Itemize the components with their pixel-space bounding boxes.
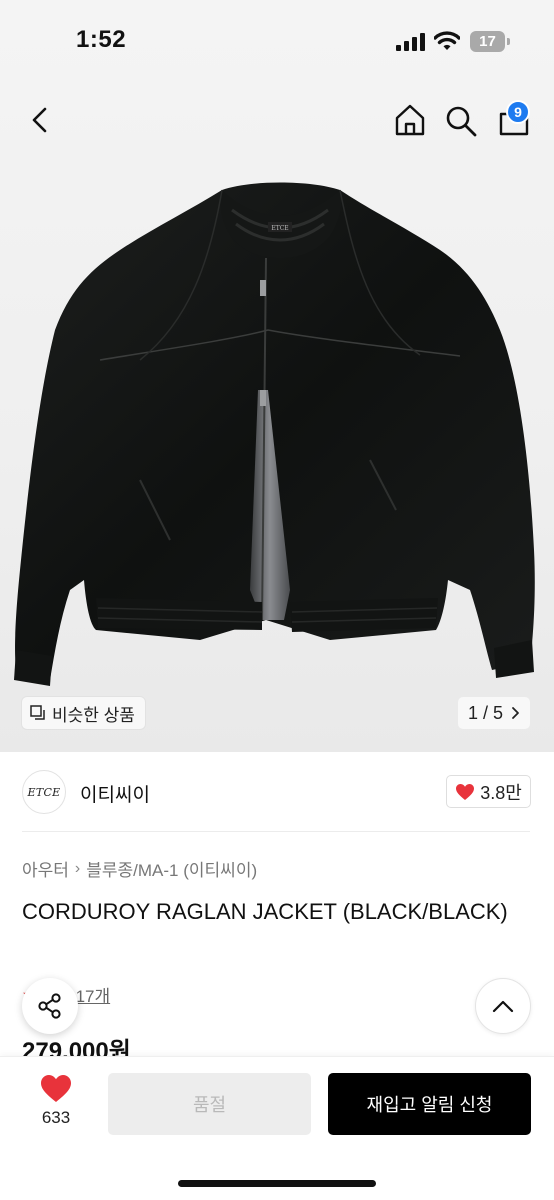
chevron-left-icon <box>32 107 47 133</box>
chevron-right-icon <box>512 707 519 719</box>
search-icon[interactable] <box>442 100 480 140</box>
similar-products-button[interactable]: 비슷한 상품 <box>22 697 145 729</box>
product-photo[interactable]: ETCE <box>0 150 554 710</box>
chevron-up-icon <box>492 1000 514 1013</box>
product-image-gallery[interactable]: ETCE 1:52 17 9 비슷한 상품 1 / 5 <box>0 0 554 752</box>
breadcrumb-subcategory[interactable]: 블루종/MA-1 (이티씨이) <box>86 856 257 881</box>
breadcrumb: 아우터 › 블루종/MA-1 (이티씨이) <box>22 856 257 881</box>
share-button[interactable] <box>22 978 78 1034</box>
scroll-to-top-button[interactable] <box>475 978 531 1034</box>
heart-icon <box>456 783 475 800</box>
product-title: CORDUROY RAGLAN JACKET (BLACK/BLACK) <box>22 899 508 924</box>
back-button[interactable] <box>22 100 58 140</box>
divider <box>22 831 530 832</box>
wifi-icon <box>434 31 460 50</box>
status-bar: 1:52 17 <box>0 0 554 84</box>
wishlist-heart-icon[interactable] <box>40 1074 72 1104</box>
image-counter[interactable]: 1 / 5 <box>458 697 530 729</box>
breadcrumb-category[interactable]: 아우터 <box>22 856 69 881</box>
image-counter-text: 1 / 5 <box>467 702 504 723</box>
restock-alert-button[interactable]: 재입고 알림 신청 <box>328 1073 531 1135</box>
copy-icon <box>30 705 45 720</box>
battery-indicator: 17 <box>470 31 510 52</box>
svg-text:ETCE: ETCE <box>271 225 288 232</box>
brand-like-count: 3.8만 <box>480 782 522 803</box>
home-indicator <box>178 1180 376 1187</box>
brand-like-button[interactable]: 3.8만 <box>446 775 531 808</box>
status-time: 1:52 <box>76 26 127 53</box>
product-detail-screen: ETCE 1:52 17 9 비슷한 상품 1 / 5 ETCE 이티씨이 3.… <box>0 0 554 1200</box>
brand-logo[interactable]: ETCE <box>22 770 66 814</box>
brand-name[interactable]: 이티씨이 <box>80 780 150 807</box>
cart-count-badge: 9 <box>506 100 530 124</box>
sold-out-button: 품절 <box>108 1073 311 1135</box>
share-icon <box>38 993 61 1019</box>
battery-level: 17 <box>470 31 505 52</box>
battery-cap <box>507 38 510 45</box>
similar-products-label: 비슷한 상품 <box>52 705 135 725</box>
chevron-right-icon: › <box>74 859 81 877</box>
wishlist-count: 633 <box>41 1108 71 1127</box>
cellular-signal-icon <box>396 33 425 51</box>
home-icon[interactable] <box>390 100 430 140</box>
